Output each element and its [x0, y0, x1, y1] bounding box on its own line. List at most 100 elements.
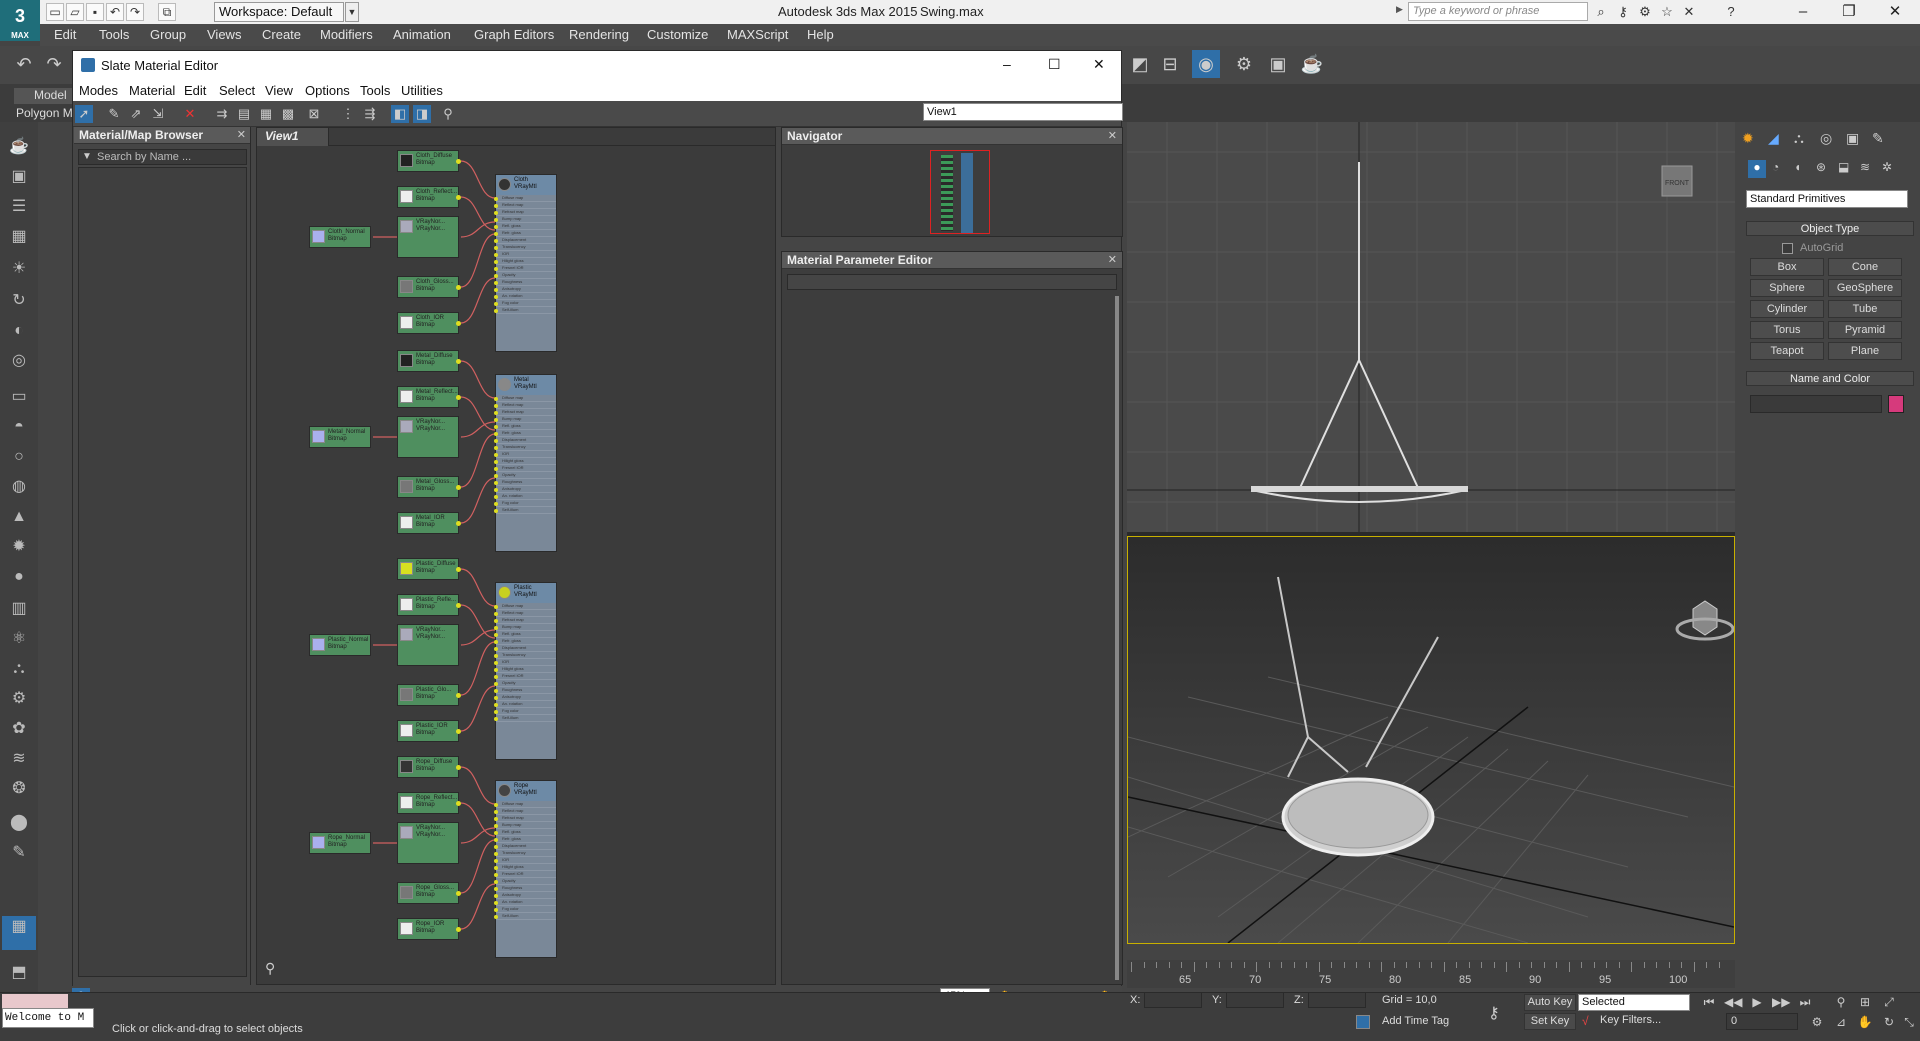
zoom-all-icon[interactable]: ⊞ [1856, 993, 1874, 1011]
material-slot[interactable]: Displacement [494, 645, 556, 652]
tube-button[interactable]: Tube [1828, 300, 1902, 318]
render-setup-icon[interactable]: ⚙ [1230, 50, 1258, 78]
pyramid-button[interactable]: Pyramid [1828, 321, 1902, 339]
zoom-extents-icon[interactable]: ⤢ [1880, 993, 1898, 1011]
ribbon-tab-model[interactable]: Model [14, 88, 74, 104]
material-slot[interactable]: Bump map [494, 624, 556, 631]
render-icon[interactable]: ☕ [1298, 50, 1326, 78]
ior-bitmap-node[interactable]: Plastic_IOR Bitmap [397, 720, 461, 742]
normal-bitmap-node[interactable]: Metal_Normal Bitmap [309, 426, 371, 448]
material-slot[interactable]: Fog color [494, 300, 556, 307]
material-slot[interactable]: Opacity [494, 472, 556, 479]
material-slot[interactable]: An. rotation [494, 701, 556, 708]
material-slot[interactable]: IOR [494, 451, 556, 458]
script-icon[interactable]: ⬒ [8, 962, 30, 984]
menu-edit[interactable]: Edit [54, 27, 76, 42]
assign-material-icon[interactable]: ⇲ [149, 105, 167, 123]
material-slot[interactable]: Reflect map [494, 610, 556, 617]
zoom-icon[interactable]: ⚲ [1832, 993, 1850, 1011]
utilities-tab-icon[interactable]: ✎ [1872, 130, 1892, 150]
workspace-dropdown[interactable]: Workspace: Default [214, 2, 344, 22]
name-and-color-rollout[interactable]: Name and Color [1746, 371, 1914, 386]
browser-options-icon[interactable]: ▼ [82, 151, 92, 162]
gloss-bitmap-node[interactable]: Metal_Gloss... Bitmap [397, 476, 461, 498]
undo-icon[interactable]: ↶ [106, 3, 124, 21]
material-slot[interactable]: Opacity [494, 272, 556, 279]
sound-icon[interactable]: ◐ [8, 320, 30, 342]
menu-group[interactable]: Group [150, 27, 186, 42]
menu-views[interactable]: Views [207, 27, 241, 42]
diffuse-bitmap-node[interactable]: Metal_Diffuse Bitmap [397, 350, 461, 372]
create-tab-icon[interactable]: ✹ [1742, 130, 1762, 150]
spacewarps-icon[interactable]: ≋ [1860, 160, 1870, 174]
redo-icon[interactable]: ↷ [40, 50, 68, 78]
material-slot[interactable]: Hilight gloss [494, 458, 556, 465]
systems-icon[interactable]: ✲ [1882, 160, 1892, 174]
search-expand-icon[interactable]: ▶ [1396, 4, 1406, 20]
menu-maxscript[interactable]: MAXScript [727, 27, 788, 42]
plant-icon[interactable]: ✿ [8, 718, 30, 740]
menu-rendering[interactable]: Rendering [569, 27, 629, 42]
vraymtl-node[interactable]: Plastic VRayMtl Diffuse map Reflect map Refr… [494, 582, 557, 760]
sphere-button[interactable]: Sphere [1750, 279, 1824, 297]
minimize-icon[interactable]: – [1780, 0, 1826, 24]
pan-view-icon[interactable]: ✋ [1856, 1013, 1874, 1031]
material-slot[interactable]: Diffuse map [494, 603, 556, 610]
material-slot[interactable]: Translucency [494, 444, 556, 451]
vraynormal-node[interactable]: VRayNor... VRayNor... [397, 416, 459, 458]
put-to-scene-icon[interactable]: ⇗ [127, 105, 145, 123]
key-icon[interactable]: ⚷ [1614, 3, 1632, 21]
undo-icon[interactable]: ↶ [10, 50, 38, 78]
vraynormal-node[interactable]: VRayNor... VRayNor... [397, 624, 459, 666]
vraymtl-node[interactable]: Cloth VRayMtl Diffuse map Reflect map Refrac… [494, 174, 557, 352]
menu-modifiers[interactable]: Modifiers [320, 27, 373, 42]
material-slot[interactable]: Refl. gloss [494, 829, 556, 836]
pick-material-icon[interactable]: ✎ [105, 105, 123, 123]
molecule-icon[interactable]: ⚛ [8, 628, 30, 650]
delete-icon[interactable]: ✕ [181, 105, 199, 123]
reflect-bitmap-node[interactable]: Plastic_Refle... Bitmap [397, 594, 461, 616]
sphere-icon[interactable]: ○ [8, 446, 30, 468]
material-slot[interactable]: Refract map [494, 409, 556, 416]
autogrid-checkbox[interactable] [1782, 243, 1793, 254]
geometry-icon[interactable]: ● [1748, 160, 1766, 178]
browser-close-icon[interactable]: ✕ [237, 128, 246, 141]
object-type-rollout[interactable]: Object Type [1746, 221, 1914, 236]
cylinder-button[interactable]: Cylinder [1750, 300, 1824, 318]
material-slot[interactable]: Bump map [494, 416, 556, 423]
diffuse-bitmap-node[interactable]: Plastic_Diffuse Bitmap [397, 558, 461, 580]
slate-menu-tools[interactable]: Tools [360, 83, 390, 98]
key-filters-button[interactable]: Key Filters... [1600, 1014, 1661, 1026]
table-icon[interactable]: ▦ [8, 226, 30, 248]
material-slot[interactable]: Refl. gloss [494, 223, 556, 230]
background-icon[interactable]: ▩ [279, 105, 297, 123]
box-button[interactable]: Box [1750, 258, 1824, 276]
node-view[interactable]: View1 Cloth_Diffuse Bitmap Cloth_Reflect..… [256, 127, 776, 985]
material-slot[interactable]: Roughness [494, 885, 556, 892]
menu-tools[interactable]: Tools [99, 27, 129, 42]
material-slot[interactable]: Displacement [494, 437, 556, 444]
add-time-tag[interactable]: Add Time Tag [1382, 1015, 1449, 1027]
reflect-bitmap-node[interactable]: Cloth_Reflect... Bitmap [397, 186, 461, 208]
mpe-close-icon[interactable]: ✕ [1108, 253, 1117, 266]
key-selection-dropdown[interactable]: Selected [1578, 994, 1690, 1011]
torus-icon[interactable]: ◍ [8, 476, 30, 498]
material-slot[interactable]: Fresnel IOR [494, 673, 556, 680]
select-tool-icon[interactable]: ➚ [75, 105, 93, 123]
slate-minimize-icon[interactable]: – [1003, 56, 1011, 72]
diffuse-bitmap-node[interactable]: Rope_Diffuse Bitmap [397, 756, 461, 778]
plane-button[interactable]: Plane [1828, 342, 1902, 360]
dome-icon[interactable]: ◓ [8, 416, 30, 438]
material-slot[interactable]: Reflect map [494, 202, 556, 209]
binoculars-icon[interactable]: ⌕ [1592, 3, 1610, 21]
save-file-icon[interactable]: ▪ [86, 3, 104, 21]
rendered-frame-icon[interactable]: ▣ [1264, 50, 1292, 78]
vraynormal-node[interactable]: VRayNor... VRayNor... [397, 822, 459, 864]
ribbon-polygon-modeling[interactable]: Polygon M [16, 106, 73, 120]
material-slot[interactable]: An. rotation [494, 493, 556, 500]
grid-icon[interactable]: ▥ [8, 598, 30, 620]
move-children-icon[interactable]: ⇉ [213, 105, 231, 123]
time-tag-icon[interactable] [1356, 1015, 1370, 1029]
reflect-bitmap-node[interactable]: Metal_Reflect... Bitmap [397, 386, 461, 408]
material-slot[interactable]: Refr. gloss [494, 430, 556, 437]
